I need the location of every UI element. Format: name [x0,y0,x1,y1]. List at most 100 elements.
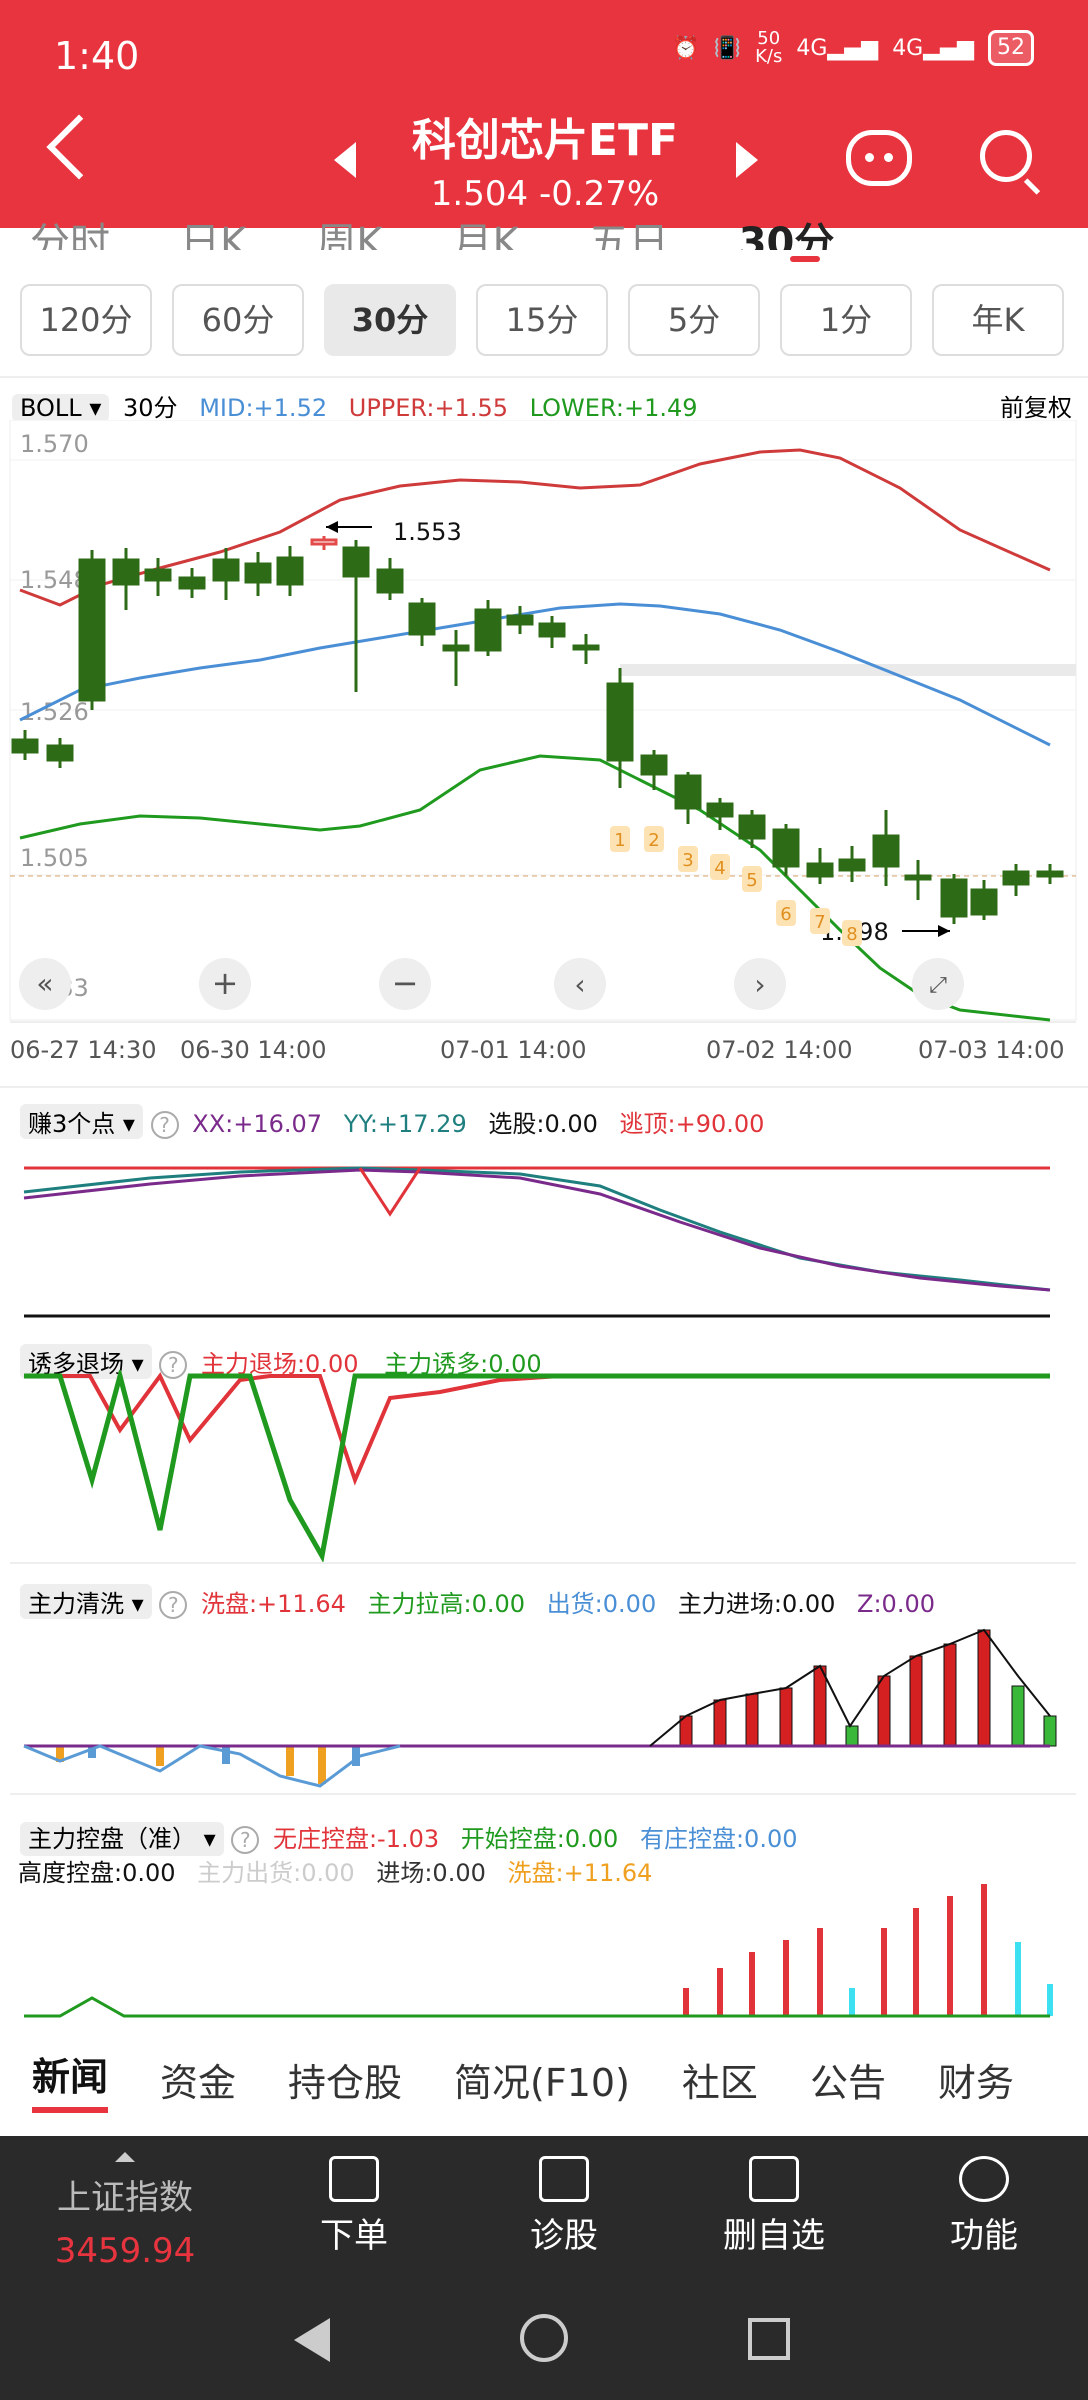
histogram-bar [1011,1685,1025,1747]
histogram-bar [749,1952,755,2016]
panel3-select[interactable]: 主力清洗 ▾ [20,1584,152,1619]
panel1-escape: 逃顶:+90.00 [619,1110,765,1138]
candle-body [538,622,566,638]
scroll-left-icon[interactable]: ‹ [574,968,585,1001]
back-icon[interactable] [46,114,112,180]
tab-announce[interactable]: 公告 [810,2052,886,2107]
zoom-in-icon[interactable]: + [212,964,239,1002]
robot-icon[interactable] [846,130,912,186]
sequence-label: 5 [746,870,757,891]
remove-watch-button[interactable]: 删自选 [704,2156,844,2257]
function-button[interactable]: 功能 [914,2156,1054,2257]
period-30min[interactable]: 30分 [324,284,456,356]
histogram-bar [779,1687,793,1747]
battery-icon: 52 [988,30,1034,66]
chart-type-tabs: 分时 日K 周K 月K 五日 30分 [0,210,1088,250]
histogram-bar [318,1746,326,1784]
tab-month[interactable]: 月K [452,210,518,250]
menu-icon [959,2156,1009,2202]
nav-back-icon[interactable] [294,2318,330,2362]
alarm-icon: ⏰ [672,35,700,61]
index-ticker[interactable]: 上证指数 3459.94 [40,2152,210,2271]
period-year[interactable]: 年K [932,284,1064,356]
signal-icon-2: 4G▂▄▆ [892,35,974,61]
panel1-select[interactable]: 赚3个点 ▾ [20,1104,143,1139]
candle-body [276,556,304,586]
tab-30min[interactable]: 30分 [739,210,835,250]
x-axis-label: 06-30 14:00 [180,1036,327,1064]
order-button[interactable]: 下单 [284,2156,424,2257]
fullscreen-icon[interactable]: ⤢ [929,973,947,998]
candle-body [11,738,39,754]
panel3-chart [10,1628,1076,1795]
candle-body [212,558,240,582]
histogram-bar [156,1746,164,1766]
histogram-bar [849,1988,855,2016]
bottom-tabs: 新闻 资金 持仓股 简况(F10) 社区 公告 财务 [0,2024,1088,2134]
candle-body [310,538,338,546]
sequence-label: 6 [780,904,791,925]
tab-funds[interactable]: 资金 [160,2052,236,2107]
status-time: 1:40 [54,34,140,78]
histogram-bar [913,1908,919,2016]
app-header: 1:40 ⏰ 📳 50 K/s 4G▂▄▆ 4G▂▄▆ 52 科创芯片ETF 1… [0,0,1088,228]
signal-icon: 4G▂▄▆ [796,35,879,61]
period-60min[interactable]: 60分 [172,284,304,356]
sequence-label: 4 [714,858,725,879]
histogram-bar [977,1629,991,1747]
scroll-right-icon[interactable]: › [754,968,765,1001]
histogram-bar [713,1699,727,1747]
search-icon[interactable] [980,130,1032,182]
zoom-out-far-icon[interactable]: « [36,967,53,1000]
period-1min[interactable]: 1分 [780,284,912,356]
diagnose-button[interactable]: 诊股 [494,2156,634,2257]
panel1-pick: 选股:0.00 [488,1110,598,1138]
tab-five-day[interactable]: 五日 [589,210,669,250]
candle-body [772,828,800,868]
divider [0,1086,1088,1088]
candlestick-chart[interactable]: 1.5701.5481.5261.5051.483 1.553 1.498 12… [0,420,1088,1080]
candle-body [904,874,932,881]
tab-day[interactable]: 日K [180,210,246,250]
histogram-bar [717,1968,723,2016]
candle-body [376,568,404,594]
sequence-label: 2 [648,830,659,851]
tab-news[interactable]: 新闻 [32,2046,109,2113]
tab-finance[interactable]: 财务 [938,2052,1014,2107]
panel3-enter: 主力进场:0.00 [677,1590,836,1618]
panel3-raise: 主力拉高:0.00 [367,1590,526,1618]
histogram-bar [783,1940,789,2016]
help-icon[interactable]: ? [159,1591,188,1619]
next-stock-icon[interactable] [736,142,758,178]
nav-home-icon[interactable] [520,2314,568,2362]
candle-body [1036,870,1064,878]
net-speed: 50 K/s [755,28,783,67]
period-120min[interactable]: 120分 [20,284,152,356]
remove-icon [749,2156,799,2202]
panel4-select[interactable]: 主力控盘（准） ▾ [20,1822,224,1856]
tab-holdings[interactable]: 持仓股 [288,2052,402,2107]
tab-timeshare[interactable]: 分时 [30,210,110,250]
period-15min[interactable]: 15分 [476,284,608,356]
histogram-bar [683,1988,689,2016]
boll-legend: BOLL ▾ 30分 MID:+1.52 UPPER:+1.55 LOWER:+… [12,388,698,423]
histogram-bar [981,1884,987,2016]
nav-recent-icon[interactable] [748,2318,790,2360]
adjust-toggle[interactable]: 前复权 [1000,388,1072,423]
period-5min[interactable]: 5分 [628,284,760,356]
help-icon[interactable]: ? [150,1111,179,1139]
histogram-bar [943,1643,957,1747]
tab-f10[interactable]: 简况(F10) [454,2052,630,2107]
histogram-bar [947,1896,953,2016]
tab-week[interactable]: 周K [316,210,382,250]
prev-stock-icon[interactable] [334,142,356,178]
candle-body [506,614,534,626]
tab-community[interactable]: 社区 [682,2052,758,2107]
help-icon[interactable]: ? [231,1826,260,1854]
y-axis-label: 1.570 [20,430,89,458]
histogram-bar [1047,1984,1053,2016]
zoom-out-icon[interactable]: − [392,964,419,1002]
panel1-yy: YY:+17.29 [343,1110,467,1138]
indicator-select[interactable]: BOLL ▾ [12,394,110,422]
histogram-bar [881,1928,887,2016]
